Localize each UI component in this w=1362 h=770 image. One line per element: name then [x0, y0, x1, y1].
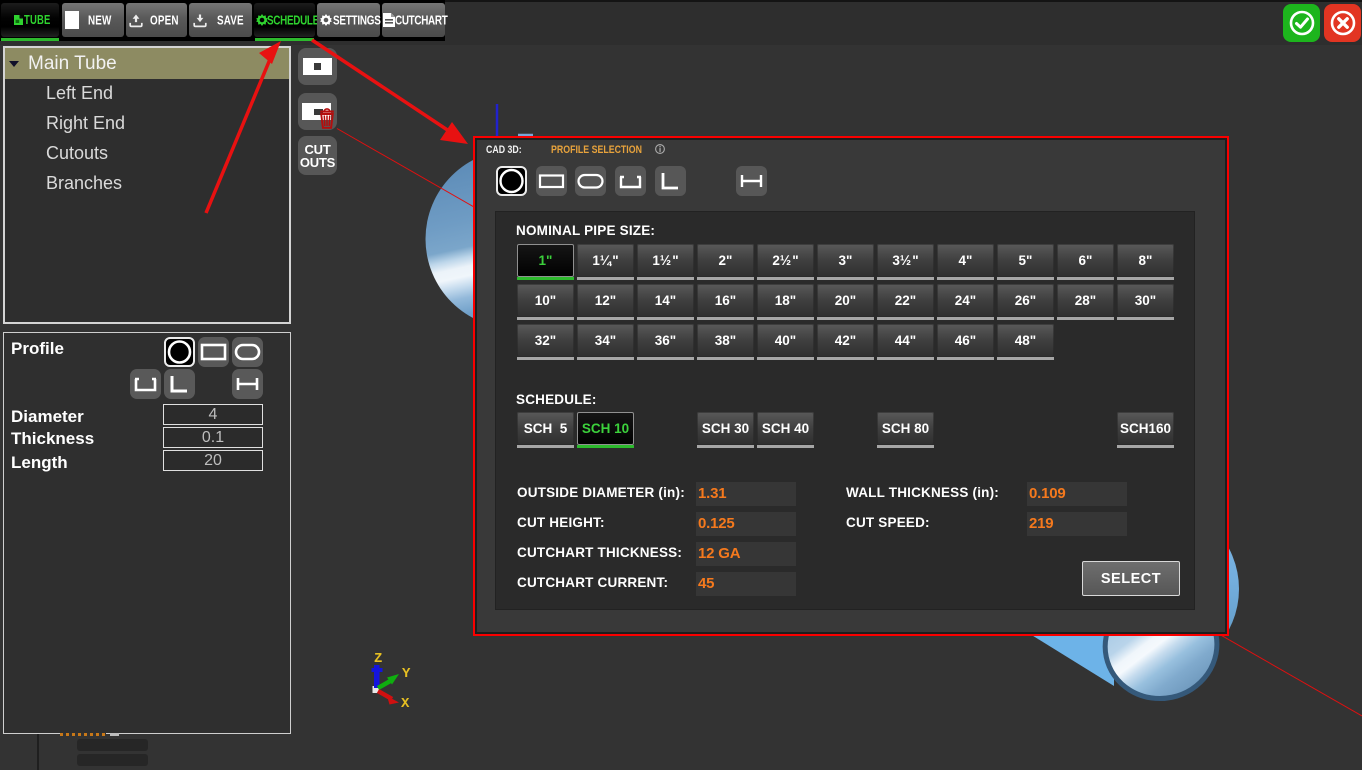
svg-text:Z: Z	[374, 651, 382, 667]
svg-text:Y: Y	[402, 666, 411, 682]
svg-text:X: X	[401, 696, 410, 712]
